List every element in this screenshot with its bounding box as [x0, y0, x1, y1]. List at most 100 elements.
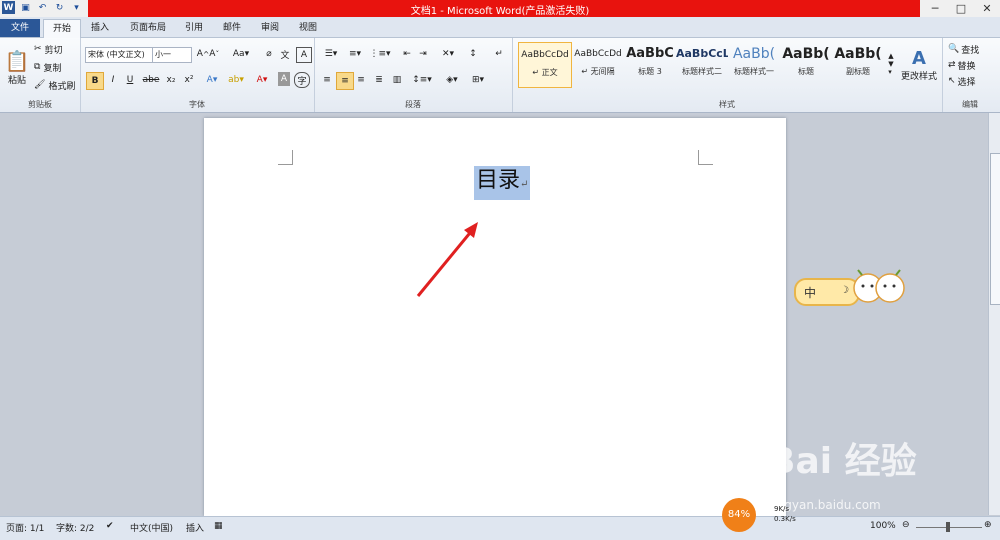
- multilevel-list-icon[interactable]: ⋮≡▾: [368, 47, 392, 61]
- bullets-icon[interactable]: ☰▾: [320, 47, 342, 61]
- style-label: 标题 3: [638, 67, 662, 76]
- phonetic-icon[interactable]: 文: [278, 47, 292, 61]
- font-color-icon[interactable]: A▾: [254, 72, 270, 88]
- change-case-button[interactable]: Aa▾: [232, 47, 250, 61]
- style-label: 标题样式一: [734, 67, 774, 76]
- styles-group-label: 样式: [719, 100, 735, 109]
- font-family-select[interactable]: 宋体 (中文正文): [85, 47, 153, 63]
- decrease-indent-icon[interactable]: ⇤: [400, 47, 414, 61]
- sort-icon[interactable]: ↕: [466, 47, 480, 61]
- copy-button[interactable]: ⧉ 复制: [34, 60, 61, 74]
- vertical-scrollbar[interactable]: [988, 113, 1000, 515]
- proofing-icon[interactable]: ✔: [106, 521, 114, 531]
- font-size-select[interactable]: 小一: [152, 47, 192, 63]
- paste-button[interactable]: 📋 粘贴: [4, 42, 30, 92]
- margin-corner-tr: [698, 150, 713, 165]
- mascot-icon: [853, 269, 905, 303]
- replace-label: 替换: [957, 61, 976, 72]
- heading-text: 目录: [476, 168, 521, 193]
- enclose-char-icon[interactable]: 字: [294, 72, 310, 88]
- font-group-label: 字体: [189, 100, 205, 109]
- insert-mode[interactable]: 插入: [186, 521, 204, 534]
- page-count[interactable]: 页面: 1/1: [6, 521, 44, 534]
- line-spacing-icon[interactable]: ↕≡▾: [412, 72, 432, 88]
- tab-insert[interactable]: 插入: [84, 19, 116, 37]
- format-painter-label: 格式刷: [48, 81, 76, 92]
- macro-icon[interactable]: ▦: [214, 521, 223, 531]
- increase-indent-icon[interactable]: ⇥: [416, 47, 430, 61]
- tab-references[interactable]: 引用: [178, 19, 210, 37]
- tab-file[interactable]: 文件: [0, 19, 40, 37]
- tab-view[interactable]: 视图: [292, 19, 324, 37]
- tab-home[interactable]: 开始: [43, 19, 81, 38]
- show-marks-icon[interactable]: ↵: [492, 47, 506, 61]
- margin-corner-tl: [278, 150, 293, 165]
- align-center-icon[interactable]: ≡: [336, 72, 354, 90]
- ime-mode[interactable]: 中: [804, 284, 816, 301]
- minimize-button[interactable]: ─: [922, 0, 948, 17]
- italic-button[interactable]: I: [106, 72, 120, 88]
- style-heading-style-2[interactable]: AaBbCcL 标题样式二: [676, 42, 728, 86]
- replace-icon: ⇄: [948, 60, 956, 70]
- subscript-button[interactable]: x₂: [164, 72, 178, 88]
- find-button[interactable]: 🔍 查找: [948, 42, 979, 56]
- style-title[interactable]: AaBb( 标题: [780, 42, 832, 86]
- tab-review[interactable]: 审阅: [254, 19, 286, 37]
- underline-button[interactable]: U: [122, 72, 138, 88]
- numbering-icon[interactable]: ≡▾: [344, 47, 366, 61]
- superscript-button[interactable]: x²: [182, 72, 196, 88]
- zoom-out-icon[interactable]: ⊖: [902, 520, 910, 530]
- text-effects-icon[interactable]: A▾: [204, 72, 220, 88]
- grow-shrink-font-button[interactable]: A ^ A ˇ: [194, 47, 222, 61]
- maximize-button[interactable]: □: [948, 0, 974, 17]
- word-count[interactable]: 字数: 2/2: [56, 521, 94, 534]
- highlight-icon[interactable]: ab▾: [226, 72, 246, 88]
- cut-button[interactable]: ✂ 剪切: [34, 42, 63, 56]
- style-normal[interactable]: AaBbCcDd ↵ 正文: [518, 42, 572, 88]
- net-down: 0.3K/s: [774, 515, 796, 523]
- replace-button[interactable]: ⇄ 替换: [948, 58, 976, 72]
- clear-format-icon[interactable]: ⌀: [262, 47, 276, 61]
- justify-icon[interactable]: ≣: [372, 72, 386, 88]
- align-left-icon[interactable]: ≡: [320, 72, 334, 88]
- scroll-thumb[interactable]: [990, 153, 1000, 305]
- editing-group: 🔍 查找 ⇄ 替换 ↖ 选择 编辑: [942, 38, 998, 112]
- scissors-icon: ✂: [34, 44, 42, 54]
- cpu-badge[interactable]: 84%: [722, 498, 756, 532]
- style-preview: AaBb(: [834, 46, 882, 62]
- borders-icon[interactable]: ⊞▾: [468, 72, 488, 88]
- document-page[interactable]: 目录↵: [204, 118, 786, 516]
- bold-button[interactable]: B: [86, 72, 104, 90]
- style-subtitle[interactable]: AaBb( 副标题: [832, 42, 884, 86]
- style-preview: AaBb(: [782, 46, 830, 62]
- font-group: 宋体 (中文正文) 小一 A ^ A ˇ Aa▾ ⌀ 文 A B I U abe x₂…: [80, 38, 315, 112]
- tab-page-layout[interactable]: 页面布局: [124, 19, 172, 37]
- language-status[interactable]: 中文(中国): [130, 521, 173, 534]
- close-button[interactable]: ✕: [974, 0, 1000, 17]
- styles-scroll[interactable]: ▲ ▼ ▾: [886, 42, 896, 86]
- distributed-icon[interactable]: ▥: [390, 72, 404, 88]
- select-button[interactable]: ↖ 选择: [948, 74, 976, 88]
- zoom-in-icon[interactable]: ⊕: [984, 520, 992, 530]
- asian-layout-icon[interactable]: ✕▾: [438, 47, 458, 61]
- change-styles-button[interactable]: A 更改样式: [898, 42, 940, 88]
- style-heading-3[interactable]: AaBbC 标题 3: [624, 42, 676, 86]
- shading-icon[interactable]: ◈▾: [442, 72, 462, 88]
- char-shading-icon[interactable]: A: [278, 72, 290, 86]
- ime-toolbar[interactable]: 中 ☽: [794, 278, 860, 306]
- change-styles-label: 更改样式: [900, 72, 937, 82]
- ribbon-tabs: 文件 开始 插入 页面布局 引用 邮件 审阅 视图: [0, 17, 1000, 38]
- style-no-spacing[interactable]: AaBbCcDd ↵ 无间隔: [572, 42, 624, 86]
- tab-mailings[interactable]: 邮件: [216, 19, 248, 37]
- selected-heading[interactable]: 目录↵: [474, 166, 531, 200]
- zoom-level[interactable]: 100%: [870, 521, 896, 531]
- zoom-thumb[interactable]: [946, 522, 950, 532]
- net-up: 9K/s: [774, 505, 790, 513]
- format-painter-button[interactable]: 🖌 格式刷: [34, 78, 75, 92]
- align-right-icon[interactable]: ≡: [354, 72, 368, 88]
- strikethrough-button[interactable]: abe: [142, 72, 160, 88]
- style-heading-style-1[interactable]: AaBb( 标题样式一: [728, 42, 780, 86]
- char-border-icon[interactable]: A: [296, 47, 312, 63]
- window-title: 文档1 - Microsoft Word(产品激活失败): [410, 6, 590, 17]
- moon-icon[interactable]: ☽: [840, 285, 849, 296]
